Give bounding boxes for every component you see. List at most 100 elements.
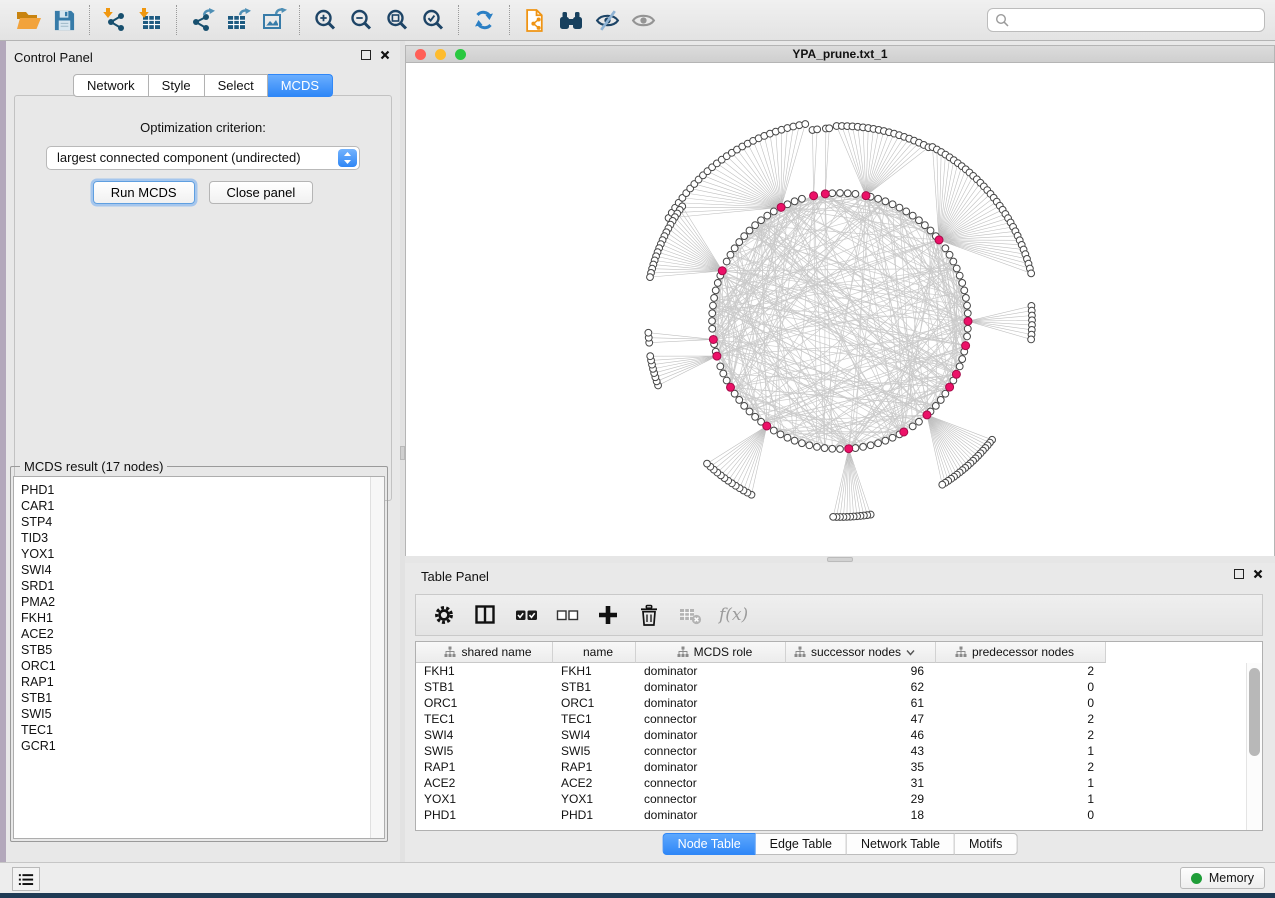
table-cell[interactable]: connector [636, 776, 786, 790]
table-cell[interactable]: dominator [636, 808, 786, 822]
close-panel-button[interactable]: Close panel [209, 181, 314, 204]
save-icon[interactable] [46, 3, 82, 37]
table-cell[interactable]: dominator [636, 728, 786, 742]
mcds-graph-node[interactable] [845, 445, 853, 453]
table-cell[interactable]: PHD1 [416, 808, 553, 822]
table-cell[interactable]: 0 [936, 680, 1106, 694]
export-image-icon[interactable] [256, 3, 292, 37]
mcds-graph-node[interactable] [727, 383, 735, 391]
mcds-result-item[interactable]: CAR1 [21, 498, 384, 514]
search-network-icon[interactable] [553, 3, 589, 37]
table-cell[interactable]: 61 [786, 696, 936, 710]
mcds-result-item[interactable]: STB1 [21, 690, 384, 706]
table-row[interactable]: RAP1RAP1dominator352 [416, 759, 1262, 775]
mcds-graph-node[interactable] [923, 411, 931, 419]
sort-chevron-icon[interactable] [906, 649, 915, 656]
mcds-result-item[interactable]: SWI5 [21, 706, 384, 722]
table-cell[interactable]: 2 [936, 664, 1106, 678]
table-row[interactable]: SWI5SWI5connector431 [416, 743, 1262, 759]
table-cell[interactable]: RAP1 [553, 760, 636, 774]
mcds-graph-node[interactable] [964, 317, 972, 325]
hide-selected-eye-icon[interactable] [589, 3, 625, 37]
table-cell[interactable]: TEC1 [553, 712, 636, 726]
table-scrollbar[interactable] [1246, 663, 1262, 830]
table-cell[interactable]: SWI5 [553, 744, 636, 758]
tab-network[interactable]: Network [73, 74, 149, 97]
table-cell[interactable]: ORC1 [416, 696, 553, 710]
table-cell[interactable]: 0 [936, 808, 1106, 822]
mcds-graph-node[interactable] [962, 342, 970, 350]
mcds-graph-node[interactable] [709, 335, 717, 343]
table-row[interactable]: YOX1YOX1connector291 [416, 791, 1262, 807]
mcds-result-item[interactable]: GCR1 [21, 738, 384, 754]
mcds-graph-node[interactable] [718, 267, 726, 275]
table-cell[interactable]: ACE2 [553, 776, 636, 790]
table-cell[interactable]: 2 [936, 712, 1106, 726]
zoom-out-icon[interactable] [343, 3, 379, 37]
table-cell[interactable]: 18 [786, 808, 936, 822]
result-list-scrollbar[interactable] [370, 477, 384, 838]
tab-motifs[interactable]: Motifs [955, 833, 1017, 855]
splitter-handle[interactable] [827, 557, 853, 562]
window-close-icon[interactable] [415, 49, 426, 60]
zoom-fit-icon[interactable] [379, 3, 415, 37]
run-mcds-button[interactable]: Run MCDS [93, 181, 195, 204]
column-header-name[interactable]: name [553, 642, 636, 663]
window-maximize-icon[interactable] [455, 49, 466, 60]
column-header-predecessor-nodes[interactable]: predecessor nodes [936, 642, 1106, 663]
table-row[interactable]: STB1STB1dominator620 [416, 679, 1262, 695]
table-row[interactable]: TEC1TEC1connector472 [416, 711, 1262, 727]
float-panel-icon[interactable] [361, 50, 371, 60]
table-cell[interactable]: 43 [786, 744, 936, 758]
mcds-result-item[interactable]: TEC1 [21, 722, 384, 738]
table-cell[interactable]: YOX1 [416, 792, 553, 806]
zoom-in-icon[interactable] [307, 3, 343, 37]
table-cell[interactable]: 35 [786, 760, 936, 774]
table-cell[interactable]: connector [636, 744, 786, 758]
optimization-criterion-select[interactable]: largest connected component (undirected) [46, 146, 360, 170]
mcds-graph-node[interactable] [862, 192, 870, 200]
table-cell[interactable]: connector [636, 712, 786, 726]
table-cell[interactable]: 1 [936, 776, 1106, 790]
table-cell[interactable]: connector [636, 792, 786, 806]
tab-network-table[interactable]: Network Table [847, 833, 955, 855]
table-row[interactable]: FKH1FKH1dominator962 [416, 663, 1262, 679]
mcds-graph-node[interactable] [952, 370, 960, 378]
delete-row-icon[interactable] [637, 603, 661, 627]
mcds-result-item[interactable]: SWI4 [21, 562, 384, 578]
table-cell[interactable]: RAP1 [416, 760, 553, 774]
mcds-graph-node[interactable] [900, 428, 908, 436]
network-window-titlebar[interactable]: YPA_prune.txt_1 [405, 45, 1275, 63]
import-network-icon[interactable] [97, 3, 133, 37]
task-history-button[interactable] [12, 867, 40, 891]
table-cell[interactable]: 47 [786, 712, 936, 726]
table-cell[interactable]: SWI4 [416, 728, 553, 742]
table-cell[interactable]: TEC1 [416, 712, 553, 726]
column-header-successor-nodes[interactable]: successor nodes [786, 642, 936, 663]
tab-select[interactable]: Select [205, 74, 268, 97]
select-all-icon[interactable] [514, 603, 538, 627]
mcds-graph-node[interactable] [946, 383, 954, 391]
mcds-graph-node[interactable] [713, 352, 721, 360]
export-table-icon[interactable] [220, 3, 256, 37]
mcds-graph-node[interactable] [777, 203, 785, 211]
network-from-file-icon[interactable] [517, 3, 553, 37]
add-row-icon[interactable] [596, 603, 620, 627]
mcds-graph-node[interactable] [935, 236, 943, 244]
deselect-all-icon[interactable] [555, 603, 579, 627]
table-cell[interactable]: 1 [936, 792, 1106, 806]
table-cell[interactable]: FKH1 [416, 664, 553, 678]
network-view[interactable] [405, 63, 1275, 556]
table-row[interactable]: ACE2ACE2connector311 [416, 775, 1262, 791]
table-cell[interactable]: 0 [936, 696, 1106, 710]
table-cell[interactable]: dominator [636, 664, 786, 678]
mcds-graph-node[interactable] [763, 422, 771, 430]
mcds-result-item[interactable]: STB5 [21, 642, 384, 658]
mcds-graph-node[interactable] [821, 190, 829, 198]
table-cell[interactable]: 96 [786, 664, 936, 678]
mcds-result-item[interactable]: SRD1 [21, 578, 384, 594]
horizontal-splitter[interactable] [405, 556, 1275, 563]
table-cell[interactable]: 2 [936, 728, 1106, 742]
table-row[interactable]: PHD1PHD1dominator180 [416, 807, 1262, 823]
table-cell[interactable]: ACE2 [416, 776, 553, 790]
